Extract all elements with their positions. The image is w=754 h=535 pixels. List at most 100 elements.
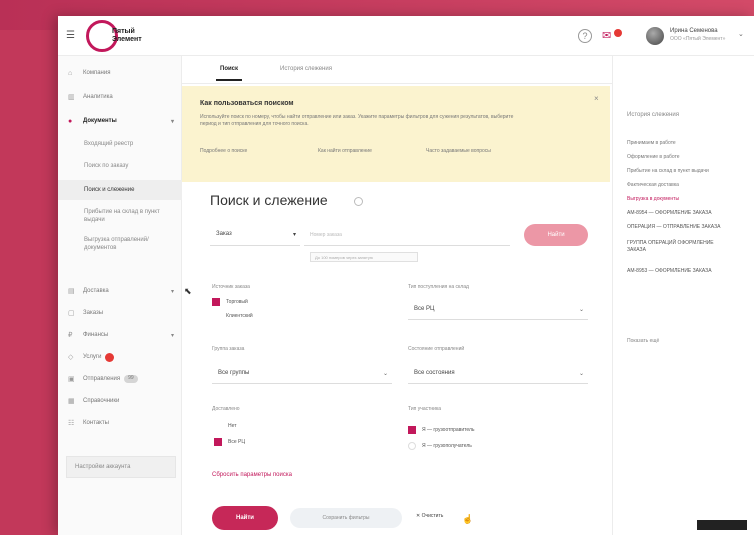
status-value: Все состояния bbox=[414, 370, 455, 376]
cart-icon: ▢ bbox=[68, 310, 75, 317]
caret-down-icon: ▾ bbox=[292, 232, 296, 238]
top-bar: ☰ Пятый Элемент ? ✉ Ирина Семенова ООО «… bbox=[58, 16, 754, 56]
history-item[interactable]: ОПЕРАЦИЯ — ОТПРАВЛЕНИЕ ЗАКАЗА bbox=[627, 224, 751, 231]
caret-down-icon: ⌄ bbox=[578, 307, 584, 313]
sidebar-item-label: Аналитика bbox=[83, 94, 113, 100]
caret-down-icon: ⌄ bbox=[578, 371, 584, 377]
logo[interactable]: Пятый Элемент bbox=[86, 20, 148, 54]
sidebar-subitem-search-tracking[interactable]: Поиск и слежение bbox=[58, 180, 182, 200]
history-item[interactable]: AM-8953 — ОФОРМЛЕНИЕ ЗАКАЗА bbox=[627, 268, 751, 275]
participant-radio-receiver[interactable] bbox=[408, 442, 416, 450]
caret-down-icon: ⌄ bbox=[382, 371, 388, 377]
history-item[interactable]: ГРУППА ОПЕРАЦИЙ ОФОРМЛЕНИЕ ЗАКАЗА bbox=[627, 240, 717, 254]
show-more-link[interactable]: Показать ещё bbox=[627, 338, 659, 344]
tab-history[interactable]: История слежения bbox=[280, 66, 332, 72]
save-filters-button[interactable]: Сохранить фильтры bbox=[290, 508, 402, 528]
notifications-icon[interactable]: ✉ bbox=[602, 29, 622, 43]
contacts-icon: ☷ bbox=[68, 420, 75, 427]
banner-link-find[interactable]: Как найти отправление bbox=[318, 148, 372, 154]
chevron-down-icon[interactable]: ⌄ bbox=[738, 30, 744, 38]
reset-filters-link[interactable]: Сбросить параметры поиска bbox=[212, 472, 292, 478]
sidebar-item-label: Отправления bbox=[83, 376, 121, 382]
footer-badge bbox=[697, 520, 747, 530]
banner-text: Используйте поиск по номеру, чтобы найти… bbox=[200, 114, 514, 127]
notification-dot bbox=[614, 29, 622, 37]
app-window: ☰ Пятый Элемент ? ✉ Ирина Семенова ООО «… bbox=[58, 16, 754, 535]
search-input[interactable]: Номер заказа bbox=[304, 222, 510, 246]
banner-title: Как пользоваться поиском bbox=[200, 100, 294, 107]
sidebar-item-orders[interactable]: ▢ Заказы bbox=[58, 302, 182, 324]
tab-search[interactable]: Поиск bbox=[215, 66, 243, 81]
sidebar-item-finance[interactable]: ₽ Финансы ▾ bbox=[58, 324, 182, 346]
chevron-down-icon: ▾ bbox=[170, 118, 174, 125]
home-icon: ⌂ bbox=[68, 69, 73, 77]
paid-checkbox-all[interactable] bbox=[214, 438, 222, 446]
group-select[interactable]: Все группы ⌄ bbox=[212, 362, 392, 384]
chart-icon: ▥ bbox=[68, 94, 75, 101]
document-icon: ● bbox=[68, 117, 73, 125]
history-item[interactable]: AM-8954 — ОФОРМЛЕНИЕ ЗАКАЗА bbox=[627, 210, 751, 217]
sidebar-item-analytics[interactable]: ▥ Аналитика bbox=[58, 86, 182, 108]
source-checkbox-trade[interactable] bbox=[212, 298, 220, 306]
delivery-select[interactable]: Все РЦ ⌄ bbox=[408, 298, 588, 320]
history-item[interactable]: Фактическая доставка bbox=[627, 182, 751, 189]
find-button-top[interactable]: Найти bbox=[524, 224, 588, 246]
banner-link-faq[interactable]: Часто задаваемые вопросы bbox=[426, 148, 491, 154]
search-placeholder: Номер заказа bbox=[310, 232, 342, 238]
truck-icon: ▤ bbox=[68, 288, 75, 295]
page-title: Поиск и слежение bbox=[210, 192, 328, 208]
paid-radio-no[interactable] bbox=[214, 422, 222, 430]
count-badge: 99 bbox=[124, 375, 138, 383]
sidebar-item-contacts[interactable]: ☷ Контакты bbox=[58, 412, 182, 434]
close-icon[interactable]: × bbox=[594, 94, 599, 103]
paid-label: Доставлено bbox=[212, 406, 240, 412]
search-type-select[interactable]: Заказ ▾ bbox=[210, 222, 300, 246]
sidebar-item-label: Компания bbox=[83, 70, 111, 76]
sidebar-item-label: Финансы bbox=[83, 332, 109, 338]
send-icon: ▣ bbox=[68, 376, 75, 383]
menu-icon[interactable]: ☰ bbox=[66, 30, 75, 41]
sidebar-item-shipments[interactable]: ▣ Отправления 99 bbox=[58, 368, 182, 390]
chevron-down-icon: ▾ bbox=[170, 332, 174, 339]
group-value: Все группы bbox=[218, 370, 250, 376]
sidebar-item-label: Контакты bbox=[83, 420, 109, 426]
user-role: ООО «Пятый Элемент» bbox=[670, 36, 726, 42]
participant-option-sender: Я — грузоотправитель bbox=[422, 427, 475, 433]
sidebar-subitem-incoming[interactable]: Входящий реестр bbox=[58, 140, 182, 148]
paid-option-all: Все РЦ bbox=[228, 439, 246, 445]
sidebar-subitem-export[interactable]: Выгрузка отправлений/документов bbox=[58, 236, 168, 252]
tab-bar: Поиск История слежения bbox=[182, 56, 612, 84]
info-icon[interactable] bbox=[354, 197, 363, 206]
history-title: История слежения bbox=[627, 112, 679, 118]
settings-label: Настройки аккаунта bbox=[75, 464, 131, 470]
sidebar-item-documents[interactable]: ● Документы ▾ bbox=[58, 110, 182, 132]
sidebar-item-label: Услуги bbox=[83, 354, 102, 360]
banner-link-more[interactable]: Подробнее о поиске bbox=[200, 148, 247, 154]
sidebar-subitem-order-search[interactable]: Поиск по заказу bbox=[58, 162, 182, 170]
source-checkbox-client[interactable] bbox=[212, 312, 220, 320]
history-item[interactable]: Прибытие на склад в пункт выдачи bbox=[627, 168, 751, 175]
account-settings-button[interactable]: Настройки аккаунта bbox=[66, 456, 176, 478]
source-label: Источник заказа bbox=[212, 284, 250, 290]
sidebar: ⌂ Компания ▥ Аналитика ● Документы ▾ Входящи… bbox=[58, 56, 182, 535]
pointer-cursor-icon: ☝ bbox=[462, 514, 474, 524]
user-name[interactable]: Ирина Семенова bbox=[670, 28, 718, 34]
sidebar-item-directories[interactable]: ▦ Справочники bbox=[58, 390, 182, 412]
help-icon[interactable]: ? bbox=[578, 29, 592, 43]
sidebar-subitem-arrival[interactable]: Прибытие на склад в пункт выдачи bbox=[58, 208, 168, 224]
find-button[interactable]: Найти bbox=[212, 506, 278, 530]
chevron-down-icon: ▾ bbox=[170, 288, 174, 295]
status-select[interactable]: Все состояния ⌄ bbox=[408, 362, 588, 384]
history-item[interactable]: Принимаем в работе bbox=[627, 140, 751, 147]
sidebar-item-company[interactable]: ⌂ Компания bbox=[58, 62, 182, 84]
history-item[interactable]: Оформление в работе bbox=[627, 154, 751, 161]
sidebar-item-label: Документы bbox=[83, 118, 117, 124]
sidebar-item-services[interactable]: ◇ Услуги bbox=[58, 346, 182, 368]
clear-button[interactable]: ✕ Очистить bbox=[416, 513, 443, 519]
clear-label: Очистить bbox=[421, 513, 444, 519]
history-item[interactable]: Выгрузка в документы bbox=[627, 196, 751, 203]
participant-checkbox-sender[interactable] bbox=[408, 426, 416, 434]
sidebar-item-delivery[interactable]: ▤ Доставка ▾ bbox=[58, 280, 182, 302]
avatar[interactable] bbox=[646, 27, 664, 45]
search-hint: До 100 номеров через запятую bbox=[310, 252, 418, 262]
